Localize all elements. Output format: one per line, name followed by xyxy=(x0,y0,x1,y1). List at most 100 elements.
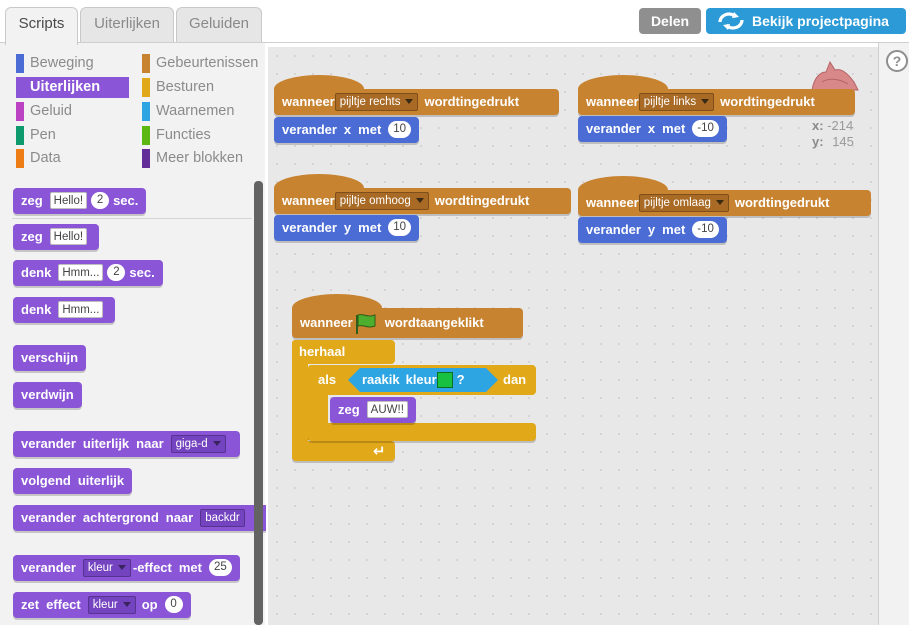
then-label: dan xyxy=(503,372,527,387)
number-input[interactable]: 10 xyxy=(388,121,412,139)
category-looks[interactable]: Uiterlijken xyxy=(16,77,129,98)
think-block[interactable]: denk Hmm... xyxy=(13,297,116,323)
block-word: met xyxy=(358,220,382,235)
when-flag-clicked-hat-block[interactable]: wanneer wordtaangeklikt xyxy=(292,294,523,338)
category-pen[interactable]: Pen xyxy=(16,125,126,146)
block-word: wordt xyxy=(384,315,421,330)
category-sensing[interactable]: Waarnemen xyxy=(142,101,252,122)
number-input[interactable]: -10 xyxy=(692,221,719,239)
sprite-x-coordinate: x: -214 xyxy=(812,119,853,133)
block-word: zeg xyxy=(21,193,43,208)
help-icon[interactable]: ? xyxy=(886,50,908,72)
see-project-page-label: Bekijk projectpagina xyxy=(752,13,889,29)
category-color-swatch xyxy=(16,54,24,73)
change-effect-block[interactable]: verander kleur -effect met 25 xyxy=(13,555,240,581)
number-input[interactable]: 10 xyxy=(388,219,412,237)
category-label: Functies xyxy=(156,127,211,143)
category-control[interactable]: Besturen xyxy=(142,77,252,98)
when-key-pressed-hat-block[interactable]: wanneer pijltje rechts wordtingedrukt xyxy=(274,75,559,115)
category-more-blocks[interactable]: Meer blokken xyxy=(142,148,252,169)
category-sound[interactable]: Geluid xyxy=(16,101,126,122)
text-input[interactable]: Hmm... xyxy=(58,301,104,319)
touching-color-block[interactable]: raakik kleur? xyxy=(348,368,498,392)
effect-dropdown[interactable]: kleur xyxy=(82,558,131,577)
tab-costumes[interactable]: Uiterlijken xyxy=(80,7,174,43)
block-word: ? xyxy=(456,372,465,387)
category-operators[interactable]: Functies xyxy=(142,125,252,146)
block-word: zeg xyxy=(338,402,360,417)
text-input[interactable]: Hello! xyxy=(49,228,88,246)
category-label: Data xyxy=(30,150,61,166)
block-word: verander xyxy=(586,121,641,136)
show-block[interactable]: verschijn xyxy=(13,345,87,371)
category-label: Geluid xyxy=(30,103,72,119)
number-input[interactable]: -10 xyxy=(692,120,719,138)
key-dropdown[interactable]: pijltje rechts xyxy=(334,92,419,111)
switch-costume-block[interactable]: verander uiterlijk naar giga-d xyxy=(13,431,240,457)
change-x-by-block[interactable]: verander x met 10 xyxy=(274,117,420,143)
palette-divider xyxy=(12,218,252,219)
change-y-by-block[interactable]: verander y met 10 xyxy=(274,215,420,241)
block-word: naar xyxy=(165,510,194,525)
say-for-secs-block[interactable]: zeg Hello! 2 sec. xyxy=(13,188,147,214)
switch-backdrop-block[interactable]: verander achtergrond naar backdr xyxy=(13,505,266,531)
dropdown-arrow-icon xyxy=(405,99,414,105)
block-word: zet xyxy=(21,597,40,612)
block-word: verander xyxy=(21,560,76,575)
palette-scrollbar[interactable] xyxy=(254,181,263,625)
block-word: ingedrukt xyxy=(770,195,830,210)
when-key-pressed-hat-block[interactable]: wanneer pijltje links wordtingedrukt xyxy=(578,75,855,115)
hide-block[interactable]: verdwijn xyxy=(13,382,82,408)
dropdown-arrow-icon xyxy=(715,200,724,206)
block-word: verander xyxy=(586,222,641,237)
tab-scripts[interactable]: Scripts xyxy=(5,7,78,45)
next-costume-block[interactable]: volgend uiterlijk xyxy=(13,468,133,494)
block-word: volgend xyxy=(21,473,71,488)
block-word: denk xyxy=(21,302,52,317)
block-word: ingedrukt xyxy=(470,193,530,208)
category-data[interactable]: Data xyxy=(16,148,126,169)
key-dropdown[interactable]: pijltje omlaag xyxy=(638,193,729,212)
block-word: wanneer xyxy=(282,94,335,109)
costume-dropdown[interactable]: giga-d xyxy=(170,434,226,453)
sprite-y-coordinate: y: 145 xyxy=(812,135,854,149)
when-key-pressed-hat-block[interactable]: wanneer pijltje omhoog wordtingedrukt xyxy=(274,174,571,214)
when-key-pressed-hat-block[interactable]: wanneer pijltje omlaag wordtingedrukt xyxy=(578,176,871,216)
category-events[interactable]: Gebeurtenissen xyxy=(142,53,262,74)
block-palette: Beweging Gebeurtenissen Uiterlijken Best… xyxy=(0,43,265,625)
effect-dropdown[interactable]: kleur xyxy=(87,595,136,614)
color-swatch-input[interactable] xyxy=(436,371,453,388)
see-project-page-button[interactable]: Bekijk projectpagina xyxy=(706,8,906,34)
category-color-swatch xyxy=(16,102,24,121)
backdrop-dropdown[interactable]: backdr xyxy=(200,508,245,527)
say-block[interactable]: zeg AUW!! xyxy=(330,397,416,423)
block-word: wordt xyxy=(720,94,756,109)
set-effect-block[interactable]: zet effect kleur op 0 xyxy=(13,592,191,618)
loop-arrow-icon: ↵ xyxy=(373,443,386,460)
number-input[interactable]: 2 xyxy=(107,264,126,282)
block-word: wanneer xyxy=(586,94,639,109)
category-motion[interactable]: Beweging xyxy=(16,53,126,74)
category-color-swatch xyxy=(142,78,150,97)
block-word: achtergrond xyxy=(82,510,159,525)
text-input[interactable]: Hello! xyxy=(49,192,88,210)
change-x-by-block[interactable]: verander x met -10 xyxy=(578,116,727,142)
share-button[interactable]: Delen xyxy=(639,8,701,34)
think-for-secs-block[interactable]: denk Hmm... 2 sec. xyxy=(13,260,163,286)
change-y-by-block[interactable]: verander y met -10 xyxy=(578,217,727,243)
block-word: uiterlijk xyxy=(77,473,125,488)
say-block[interactable]: zeg Hello! xyxy=(13,224,100,250)
block-word: wordt xyxy=(434,193,471,208)
number-input[interactable]: 25 xyxy=(209,559,232,577)
key-dropdown[interactable]: pijltje omhoog xyxy=(334,191,429,210)
tab-sounds[interactable]: Geluiden xyxy=(176,7,262,43)
key-dropdown[interactable]: pijltje links xyxy=(638,92,715,111)
number-input[interactable]: 2 xyxy=(91,192,110,210)
number-input[interactable]: 0 xyxy=(164,596,183,614)
category-color-swatch xyxy=(16,78,24,97)
text-input[interactable]: AUW!! xyxy=(366,401,408,419)
dropdown-value: backdr xyxy=(205,511,240,524)
dropdown-value: giga-d xyxy=(175,437,208,450)
text-input[interactable]: Hmm... xyxy=(58,264,104,282)
dropdown-arrow-icon xyxy=(212,441,221,447)
